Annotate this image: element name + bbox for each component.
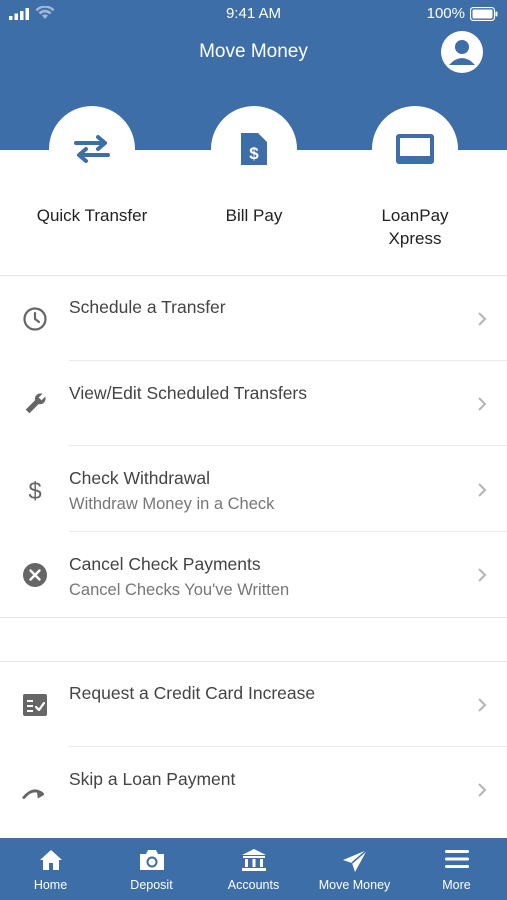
bill-pay-label: Bill Pay [225, 206, 283, 225]
tab-label: Move Money [318, 878, 391, 892]
loanpay-xpress-circle [372, 106, 458, 192]
menu-subtitle: Cancel Checks You've Written [69, 581, 290, 599]
chevron-right-icon [478, 312, 487, 326]
tab-more[interactable]: More [406, 838, 507, 900]
menu-subtitle: Withdraw Money in a Check [69, 495, 275, 513]
camera-icon [101, 848, 202, 874]
bottom-tab-bar: Home Deposit Accounts Move Money More [0, 838, 507, 900]
paper-plane-icon [304, 848, 405, 874]
tab-label: Home [33, 878, 68, 892]
chevron-right-icon [478, 483, 487, 497]
loanpay-xpress-label: LoanPay Xpress [381, 206, 449, 248]
wrench-icon [22, 391, 48, 417]
menu-title: Check Withdrawal [69, 468, 211, 488]
chevron-right-icon [478, 698, 487, 712]
menu-item-cancel-check-payments[interactable]: Cancel Check Payments Cancel Checks You'… [0, 532, 507, 618]
tab-home[interactable]: Home [0, 838, 101, 900]
menu-title: Schedule a Transfer [69, 297, 226, 317]
tab-label: More [442, 878, 471, 892]
loanpay-xpress-button[interactable]: LoanPay Xpress [350, 106, 480, 250]
status-bar: 9:41 AM 100% [0, 0, 507, 28]
cancel-circle-icon [22, 562, 48, 588]
battery-percent: 100% [426, 5, 465, 22]
menu-title: Cancel Check Payments [69, 554, 261, 574]
tab-accounts[interactable]: Accounts [203, 838, 304, 900]
bill-dollar-icon: $ [241, 133, 267, 165]
menu-item-credit-card-increase[interactable]: Request a Credit Card Increase [0, 662, 507, 748]
battery-icon [470, 7, 498, 21]
svg-text:$: $ [249, 144, 259, 163]
quick-transfer-circle [49, 106, 135, 192]
menu-item-view-edit-scheduled[interactable]: View/Edit Scheduled Transfers [0, 361, 507, 447]
svg-text:$: $ [28, 478, 41, 503]
chevron-right-icon [478, 783, 487, 797]
menu-title: View/Edit Scheduled Transfers [69, 383, 308, 403]
tab-label: Accounts [227, 878, 280, 892]
transfer-arrows-icon [74, 135, 110, 163]
chevron-right-icon [478, 397, 487, 411]
section-gap [0, 618, 507, 662]
quick-transfer-label: Quick Transfer [36, 206, 148, 225]
quick-transfer-button[interactable]: Quick Transfer [27, 106, 157, 227]
menu-item-check-withdrawal[interactable]: $ Check Withdrawal Withdraw Money in a C… [0, 446, 507, 532]
menu-item-schedule-transfer[interactable]: Schedule a Transfer [0, 276, 507, 362]
profile-button[interactable] [441, 31, 483, 73]
bank-icon [203, 848, 304, 874]
loan-card-icon [396, 134, 434, 164]
chevron-right-icon [478, 568, 487, 582]
bill-pay-button[interactable]: $ Bill Pay [189, 106, 319, 227]
clock-icon [22, 306, 48, 332]
dollar-icon: $ [22, 477, 48, 503]
bill-pay-circle: $ [211, 106, 297, 192]
menu-icon [406, 848, 507, 874]
home-icon [0, 848, 101, 874]
skip-arrow-icon [22, 779, 48, 805]
profile-icon [449, 40, 475, 65]
page-title: Move Money [199, 41, 308, 62]
menu-title: Request a Credit Card Increase [69, 683, 316, 703]
tab-label: Deposit [130, 878, 173, 892]
menu-item-skip-loan-payment[interactable]: Skip a Loan Payment [0, 747, 507, 833]
checklist-icon [22, 692, 48, 718]
tab-move-money[interactable]: Move Money [304, 838, 405, 900]
menu-title: Skip a Loan Payment [69, 769, 236, 789]
tab-deposit[interactable]: Deposit [101, 838, 202, 900]
